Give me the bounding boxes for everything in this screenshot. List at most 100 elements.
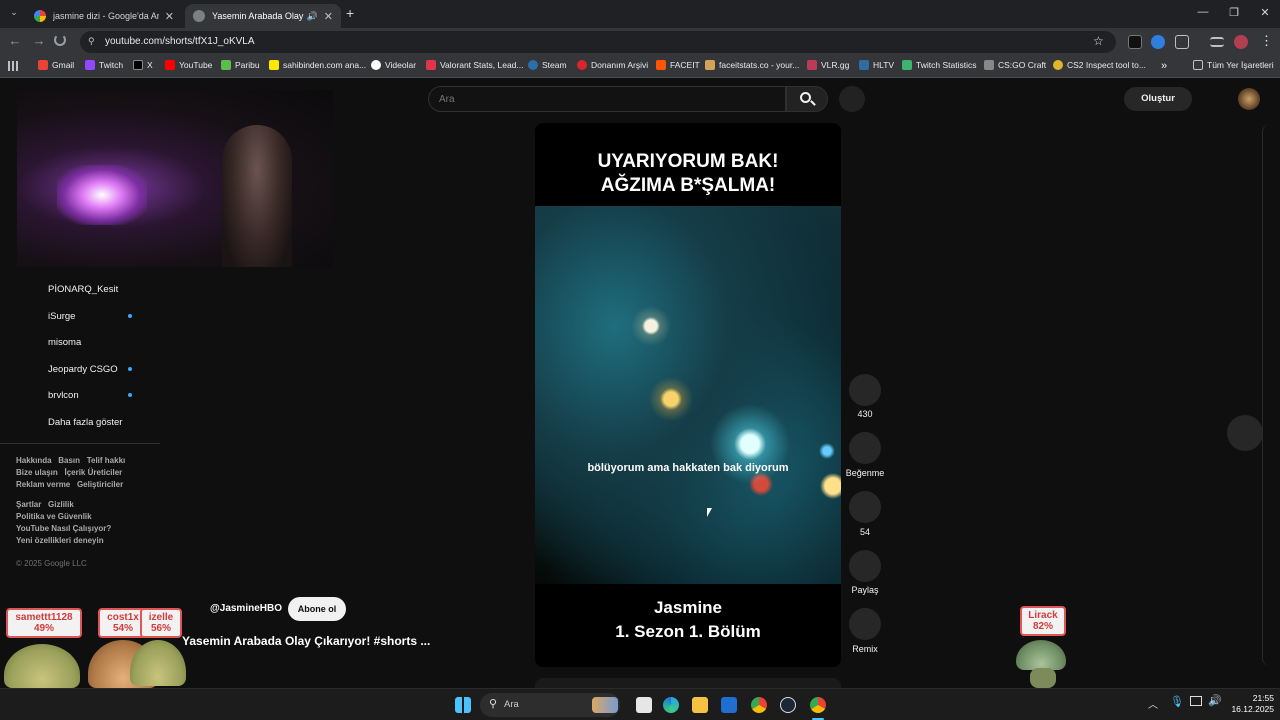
share-button[interactable] [849,550,881,582]
bookmark-gmail[interactable]: Gmail [38,60,74,70]
remix-button[interactable] [849,608,881,640]
edge-icon[interactable] [663,697,679,713]
footer-link[interactable]: Şartlar [16,500,41,509]
bookmark-x[interactable]: X [133,60,153,70]
subscription-jeopardy[interactable]: Jeopardy CSGO [48,364,118,375]
close-icon[interactable]: ✕ [324,10,333,23]
subscribe-button[interactable]: Abone ol [288,597,346,621]
media-control-icon[interactable] [1210,37,1224,47]
cs2inspect-icon [1053,60,1063,70]
subscription-brvlcon[interactable]: brvlcon [48,390,79,401]
like-button[interactable] [849,374,881,406]
search-input[interactable] [439,91,769,107]
footer-link[interactable]: Bize ulaşın [16,468,58,477]
youtube-search-box[interactable] [428,86,786,112]
window-close-button[interactable]: ✕ [1250,6,1280,19]
dislike-button[interactable] [849,432,881,464]
footer-link[interactable]: Telif hakkı [87,456,126,465]
bookmark-cs2-inspect[interactable]: CS2 Inspect tool to... [1053,60,1146,70]
chrome-active-icon[interactable] [810,697,826,713]
apps-grid-icon[interactable] [8,61,18,71]
footer-link[interactable]: Politika ve Güvenlik [16,512,92,521]
back-button[interactable]: ← [6,33,24,48]
site-info-icon[interactable]: ⚲ [88,36,95,47]
extension-blue-icon[interactable] [1151,35,1165,49]
taskbar-search[interactable]: ⚲ Ara [480,693,620,717]
file-explorer-icon[interactable] [692,697,708,713]
address-bar[interactable]: ⚲ youtube.com/shorts/tfX1J_oKVLA ☆ [80,31,1116,53]
extension-icon[interactable] [1128,35,1142,49]
reload-spinner-icon[interactable] [54,34,66,46]
tab-youtube-short[interactable]: Yasemin Arabada Olay Çıkar 🔊 ✕ [185,4,341,28]
short-title[interactable]: Yasemin Arabada Olay Çıkarıyor! #shorts … [182,634,430,648]
footer-link[interactable]: Hakkında [16,456,52,465]
extensions-puzzle-icon[interactable] [1175,35,1189,49]
network-icon[interactable] [1190,696,1202,706]
steam-taskbar-icon[interactable] [780,697,796,713]
footer-link[interactable]: Reklam verme [16,480,70,489]
show-more-link[interactable]: Daha fazla göster [48,417,122,428]
close-icon[interactable]: ✕ [165,10,174,23]
footer-link[interactable]: Basın [58,456,80,465]
profile-avatar[interactable] [1234,35,1248,49]
url-text[interactable]: youtube.com/shorts/tfX1J_oKVLA [105,36,255,47]
bookmark-star-icon[interactable]: ☆ [1093,34,1104,48]
search-button[interactable] [786,86,828,112]
footer-link[interactable]: Geliştiriciler [77,480,123,489]
microphone-icon[interactable]: 🎙 [1170,695,1184,708]
subscription-misoma[interactable]: misoma [48,337,81,348]
footer-link[interactable]: Yeni özellikleri deneyin [16,536,104,545]
new-content-dot [128,314,132,318]
footer-link[interactable]: YouTube Nasıl Çalışıyor? [16,524,111,533]
footer-link[interactable]: Gizlilik [48,500,74,509]
subscription-pionarq[interactable]: PİONARQ_Kesit [48,284,118,295]
volume-icon[interactable]: 🔊 [1208,694,1222,707]
bookmark-paribu[interactable]: Paribu [221,60,260,70]
bookmark-vlr[interactable]: VLR.gg [807,60,849,70]
tab-search-icon[interactable]: ⌄ [6,7,22,21]
minimize-button[interactable]: — [1188,6,1218,18]
bookmark-faceit[interactable]: FACEIT [656,60,700,70]
bookmark-twitch[interactable]: Twitch [85,60,123,70]
comments-button[interactable] [849,491,881,523]
bookmark-sahibinden[interactable]: sahibinden.com ana... [269,60,366,70]
shorts-player[interactable]: UYARIYORUM BAK! AĞZIMA B*ŞALMA! bölüyoru… [535,123,841,667]
footer-link[interactable]: İçerik Üreticiler [64,468,122,477]
bookmark-valorant[interactable]: Valorant Stats, Lead... [426,60,523,70]
new-tab-button[interactable]: + [346,5,354,21]
create-label: Oluştur [1141,93,1175,104]
next-short-button[interactable] [1227,415,1263,451]
start-windows-icon[interactable] [455,697,471,713]
bookmark-twitch-statistics[interactable]: Twitch Statistics [902,60,976,70]
channel-handle[interactable]: @JasmineHBO [210,603,282,614]
account-avatar[interactable] [1238,88,1260,110]
browser-menu-icon[interactable]: ⋮ [1260,33,1273,49]
caption-line: UYARIYORUM BAK! [597,151,779,172]
twitchstats-icon [902,60,912,70]
subscription-isurge[interactable]: iSurge [48,311,75,322]
bookmark-faceitstats[interactable]: faceitstats.co - your... [705,60,799,70]
bookmark-donanim[interactable]: Donanım Arşivi [577,60,648,70]
restore-button[interactable]: ❐ [1219,6,1249,19]
bookmark-videolar[interactable]: Videolar [371,60,416,70]
create-button[interactable]: Oluştur [1124,87,1192,111]
scrollbar-track[interactable] [1262,124,1280,666]
chrome-icon[interactable] [751,697,767,713]
paribu-icon [221,60,231,70]
bookmark-hltv[interactable]: HLTV [859,60,894,70]
bookmark-steam[interactable]: Steam [528,60,567,70]
forward-button[interactable]: → [30,33,48,48]
voice-search-button[interactable] [839,86,865,112]
all-bookmarks[interactable]: Tüm Yer İşaretleri [1193,60,1274,70]
tray-chevron-icon[interactable]: ︿ [1148,696,1158,711]
mail-icon[interactable] [721,697,737,713]
hltv-icon [859,60,869,70]
tab-google-search[interactable]: jasmine dizi - Google'da Ara ✕ [26,4,182,28]
bookmarks-overflow-icon[interactable]: » [1161,60,1167,72]
bookmark-csgo-craft[interactable]: CS:GO Craft [984,60,1046,70]
badge-name: Lirack [1028,610,1058,621]
audio-icon[interactable]: 🔊 [307,11,318,22]
bookmark-youtube[interactable]: YouTube [165,60,212,70]
clock[interactable]: 21:55 16.12.2025 [1222,693,1274,715]
task-view-icon[interactable] [636,697,652,713]
